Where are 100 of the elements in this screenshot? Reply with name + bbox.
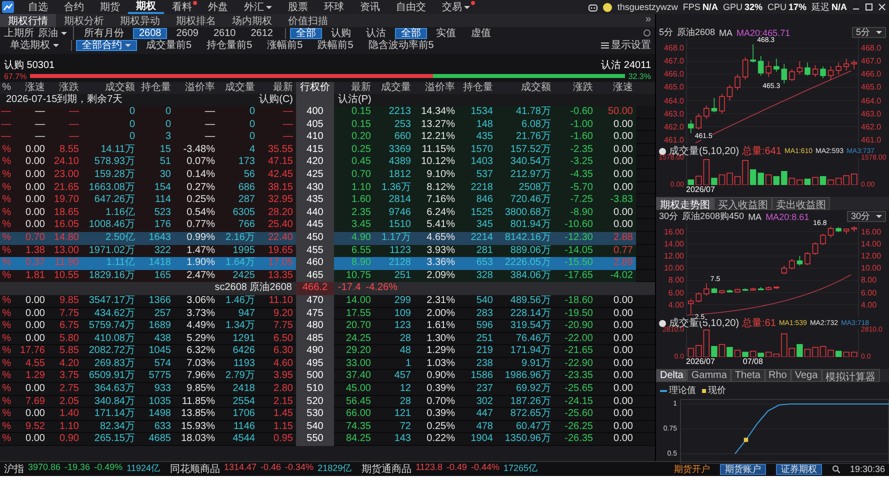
column-header[interactable]: 最新 <box>334 82 374 94</box>
column-header[interactable]: 成交额 <box>82 82 138 94</box>
filter-chip[interactable]: 持仓量前5 <box>200 40 258 50</box>
column-header[interactable]: 成交量 <box>218 82 258 94</box>
account-button[interactable]: 证券期权 <box>776 464 822 474</box>
column-header[interactable]: 溢价率 <box>174 82 218 94</box>
filter-chip[interactable]: 隐含波动率前5 <box>362 40 440 50</box>
greek-tab[interactable]: Rho <box>764 369 791 382</box>
greek-tab[interactable]: Gamma <box>687 369 731 382</box>
table-row[interactable]: % 0.00 6.75 5759.74万 1689 4.49% 1.34万 7.75 480 20.70 123 1.61% 596 319.54万 -20.90 0.00 <box>0 320 655 333</box>
subtab[interactable]: 期权行情 <box>0 14 56 27</box>
filter-dropdown[interactable]: 单选期权 <box>4 40 65 50</box>
filter-chip[interactable]: 涨幅前5 <box>261 40 309 50</box>
subtab[interactable]: 期权排名 <box>168 14 224 27</box>
table-row[interactable]: % 7.69 2.05 340.84万 1035 11.85% 2554 2.15 520 56.45 28 0.70% 302 187.26万 -24.15 0.00 <box>0 396 655 408</box>
column-header[interactable]: 成交额 <box>496 82 554 94</box>
greek-tab[interactable]: Theta <box>730 369 764 382</box>
table-row[interactable]: % 0.00 16.05 1008.46万 176 0.77% 766 25.40 445 3.45 1510 5.41% 345 801.94万 -10.60 0.00 <box>0 219 655 232</box>
filter-chip[interactable]: 虚值 <box>465 28 497 38</box>
menu-item[interactable]: 自选 <box>20 0 56 14</box>
settings-icon[interactable] <box>659 148 666 154</box>
filter-chip[interactable]: 全部 <box>395 28 427 38</box>
table-row[interactable]: % 0.00 18.65 1.16亿 523 0.54% 6305 28.20 440 2.35 9746 6.24% 1525 3800.68万 -8.90 0.00 <box>0 206 655 220</box>
column-header[interactable]: % <box>0 82 14 94</box>
table-row[interactable]: % 0.00 7.75 434.62万 257 3.73% 947 9.20 475 17.55 109 2.00% 283 228.14万 -19.50 0.00 <box>0 308 655 320</box>
table-row[interactable]: % 1.38 13.00 1971.02万 322 1.47% 1995 19.65 455 6.55 1123 3.93% 281 889.06万 -14.05 0.77 <box>0 244 655 258</box>
filter-chip[interactable]: 实值 <box>430 28 462 38</box>
table-row[interactable]: % 9.52 1.10 82.34万 633 15.93% 1146 1.15 540 74.35 72 0.25% 478 60.47万 -26.25 0.00 <box>0 420 655 434</box>
table-row[interactable]: % 0.00 5.80 410.08万 438 5.29% 1291 6.50 485 24.25 28 1.30% 251 76.46万 -22.00 0.00 <box>0 332 655 346</box>
filter-chip[interactable]: 2612 <box>244 28 279 38</box>
column-header[interactable]: 持仓量 <box>138 82 174 94</box>
maximize-icon[interactable] <box>865 3 873 11</box>
menu-item[interactable]: 合约 <box>56 0 92 14</box>
table-row[interactable]: % 0.00 9.85 3547.17万 1366 3.06% 1.46万 11.10 470 14.00 299 2.31% 540 489.56万 -18.60 0.00 <box>0 294 655 308</box>
table-row[interactable]: — — — 0 0 — 0 — 405 0.15 253 13.27% 148 6.08万 -1.00 0.00 <box>0 118 655 132</box>
more-glyph[interactable]: » <box>645 14 655 27</box>
index-name[interactable]: 期货通商品 <box>362 462 412 476</box>
greek-tab[interactable]: Vega <box>790 369 822 382</box>
table-row[interactable]: % 0.00 24.10 578.93万 51 0.07% 173 47.15 420 0.45 4389 10.12% 1403 340.54万 -3.25 0.00 <box>0 156 655 169</box>
account-link[interactable]: 期货开户 <box>674 462 710 476</box>
filter-chip[interactable]: 认沽 <box>360 28 392 38</box>
menu-item[interactable]: 股票 <box>280 0 316 14</box>
greek-tab[interactable]: Delta <box>656 369 688 382</box>
menu-item[interactable]: 环球 <box>316 0 352 14</box>
table-row[interactable]: % 17.76 5.85 2082.72万 1045 6.32% 6426 6.30 490 29.20 48 1.29% 219 171.94万 -21.65 0.00 <box>0 345 655 358</box>
filter-chip[interactable]: 2609 <box>170 28 204 38</box>
chart-tab[interactable]: 期权走势图 <box>656 197 714 210</box>
index-name[interactable]: 同花顺商品 <box>170 462 220 476</box>
filter-dropdown[interactable]: 全部合约 <box>76 40 137 50</box>
index-name[interactable]: 沪指 <box>4 462 24 476</box>
user-avatar[interactable] <box>603 2 612 12</box>
settings-icon[interactable] <box>659 320 666 326</box>
column-header[interactable]: 行权价 <box>296 82 334 94</box>
column-header[interactable]: 涨跌 <box>48 82 82 94</box>
menu-item[interactable]: 看料 <box>164 0 200 14</box>
display-settings-link[interactable]: 显示设置 <box>611 38 651 52</box>
search-icon[interactable] <box>832 465 840 473</box>
table-row[interactable]: % 0.00 1.40 171.14万 1498 13.85% 1706 1.45 530 66.00 121 0.39% 447 872.65万 -25.60 0.00 <box>0 408 655 421</box>
chart-tab[interactable]: 卖出收益图 <box>772 197 830 210</box>
menu-item[interactable]: 期货 <box>92 0 128 14</box>
close-icon[interactable] <box>878 3 886 11</box>
filter-chip[interactable]: 2608 <box>133 28 168 38</box>
chart-tab[interactable]: 买入收益图 <box>714 197 772 210</box>
table-row[interactable]: % 0.70 14.80 2.50亿 1643 0.99% 2.16万 22.40 450 4.90 1.17万 4.65% 2214 8142.16万 -12.30 2.88 <box>0 232 655 245</box>
menu-item[interactable]: 外汇 <box>236 0 280 14</box>
table-row[interactable]: % 1.29 3.75 6509.91万 5775 7.96% 2.79万 3.95 500 37.40 457 0.90% 1586 1986.96万 -23.35 0.00 <box>0 370 655 384</box>
filter-chip[interactable]: 2610 <box>208 28 242 38</box>
column-header[interactable]: 涨跌 <box>554 82 596 94</box>
username[interactable]: thsguestzywzw <box>617 2 678 12</box>
table-row[interactable]: % 0.00 0.90 265.15万 4685 18.03% 4544 0.95 550 84.25 143 0.22% 1904 1350.96万 -26.35 0.00 <box>0 433 655 446</box>
robot-icon[interactable] <box>588 2 598 12</box>
table-row[interactable]: % 4.55 4.20 269.83万 574 7.03% 1193 4.60 495 33.00 1 1.03% 238 9.91万 -22.90 0.00 <box>0 358 655 370</box>
account-button[interactable]: 期货账户 <box>720 464 766 474</box>
menu-item[interactable]: 交易 <box>434 0 478 14</box>
filter-chip[interactable]: 认购 <box>325 28 357 38</box>
table-row[interactable]: % 0.00 21.65 1663.08万 154 0.27% 686 38.15 430 1.10 1.36万 8.12% 2218 2508万 -5.70 0.00 <box>0 182 655 194</box>
column-header[interactable]: 涨速 <box>14 82 48 94</box>
period-dropdown[interactable]: 30分 <box>846 211 886 222</box>
table-row[interactable]: % 1.81 10.55 1829.16万 165 2.47% 2425 13.35 465 10.75 251 2.09% 328 384.06万 -17.65 -4.02 <box>0 270 655 282</box>
greek-tab[interactable]: 模拟计算器 <box>822 369 880 382</box>
column-header[interactable]: 涨速 <box>596 82 636 94</box>
filter-chip[interactable]: 全部 <box>290 28 322 38</box>
filter-chip[interactable]: 跌幅前5 <box>312 40 360 50</box>
column-header[interactable]: 持仓量 <box>458 82 496 94</box>
table-row[interactable]: — — — 0 3 — 0 — 410 0.20 660 12.21% 435 21.76万 -1.60 0.00 <box>0 131 655 144</box>
subtab[interactable]: 期权分析 <box>56 14 112 27</box>
column-header[interactable]: 成交量 <box>374 82 414 94</box>
subtab[interactable]: 期权异动 <box>112 14 168 27</box>
table-row[interactable]: % 0.00 8.55 14.11万 15 -3.48% 4 35.55 415 0.25 3369 11.15% 1570 157.52万 -2.35 0.00 <box>0 144 655 156</box>
menu-item[interactable]: 外盘 <box>200 0 236 14</box>
period-dropdown[interactable]: 5分 <box>852 27 886 38</box>
column-header[interactable]: 溢价率 <box>414 82 458 94</box>
zoom-icon[interactable] <box>643 29 651 37</box>
table-row[interactable]: % 0.00 23.00 159.28万 30 0.14% 56 42.45 425 0.70 1812 9.10% 537 212.97万 -4.35 0.00 <box>0 168 655 182</box>
menu-item[interactable]: 资讯 <box>352 0 388 14</box>
subtab[interactable]: 场内期权 <box>224 14 280 27</box>
menu-item[interactable]: 自由交 <box>388 0 434 14</box>
table-row[interactable]: — — — 0 0 — 0 — 400 0.15 2213 14.34% 1534 41.78万 -0.60 50.00 <box>0 106 655 119</box>
subtab[interactable]: 价值扫描 <box>280 14 336 27</box>
table-row[interactable]: % 0.00 19.70 647.26万 114 0.25% 287 32.95 435 1.60 2814 7.16% 846 720.46万 -7.25 -3.83 <box>0 194 655 207</box>
